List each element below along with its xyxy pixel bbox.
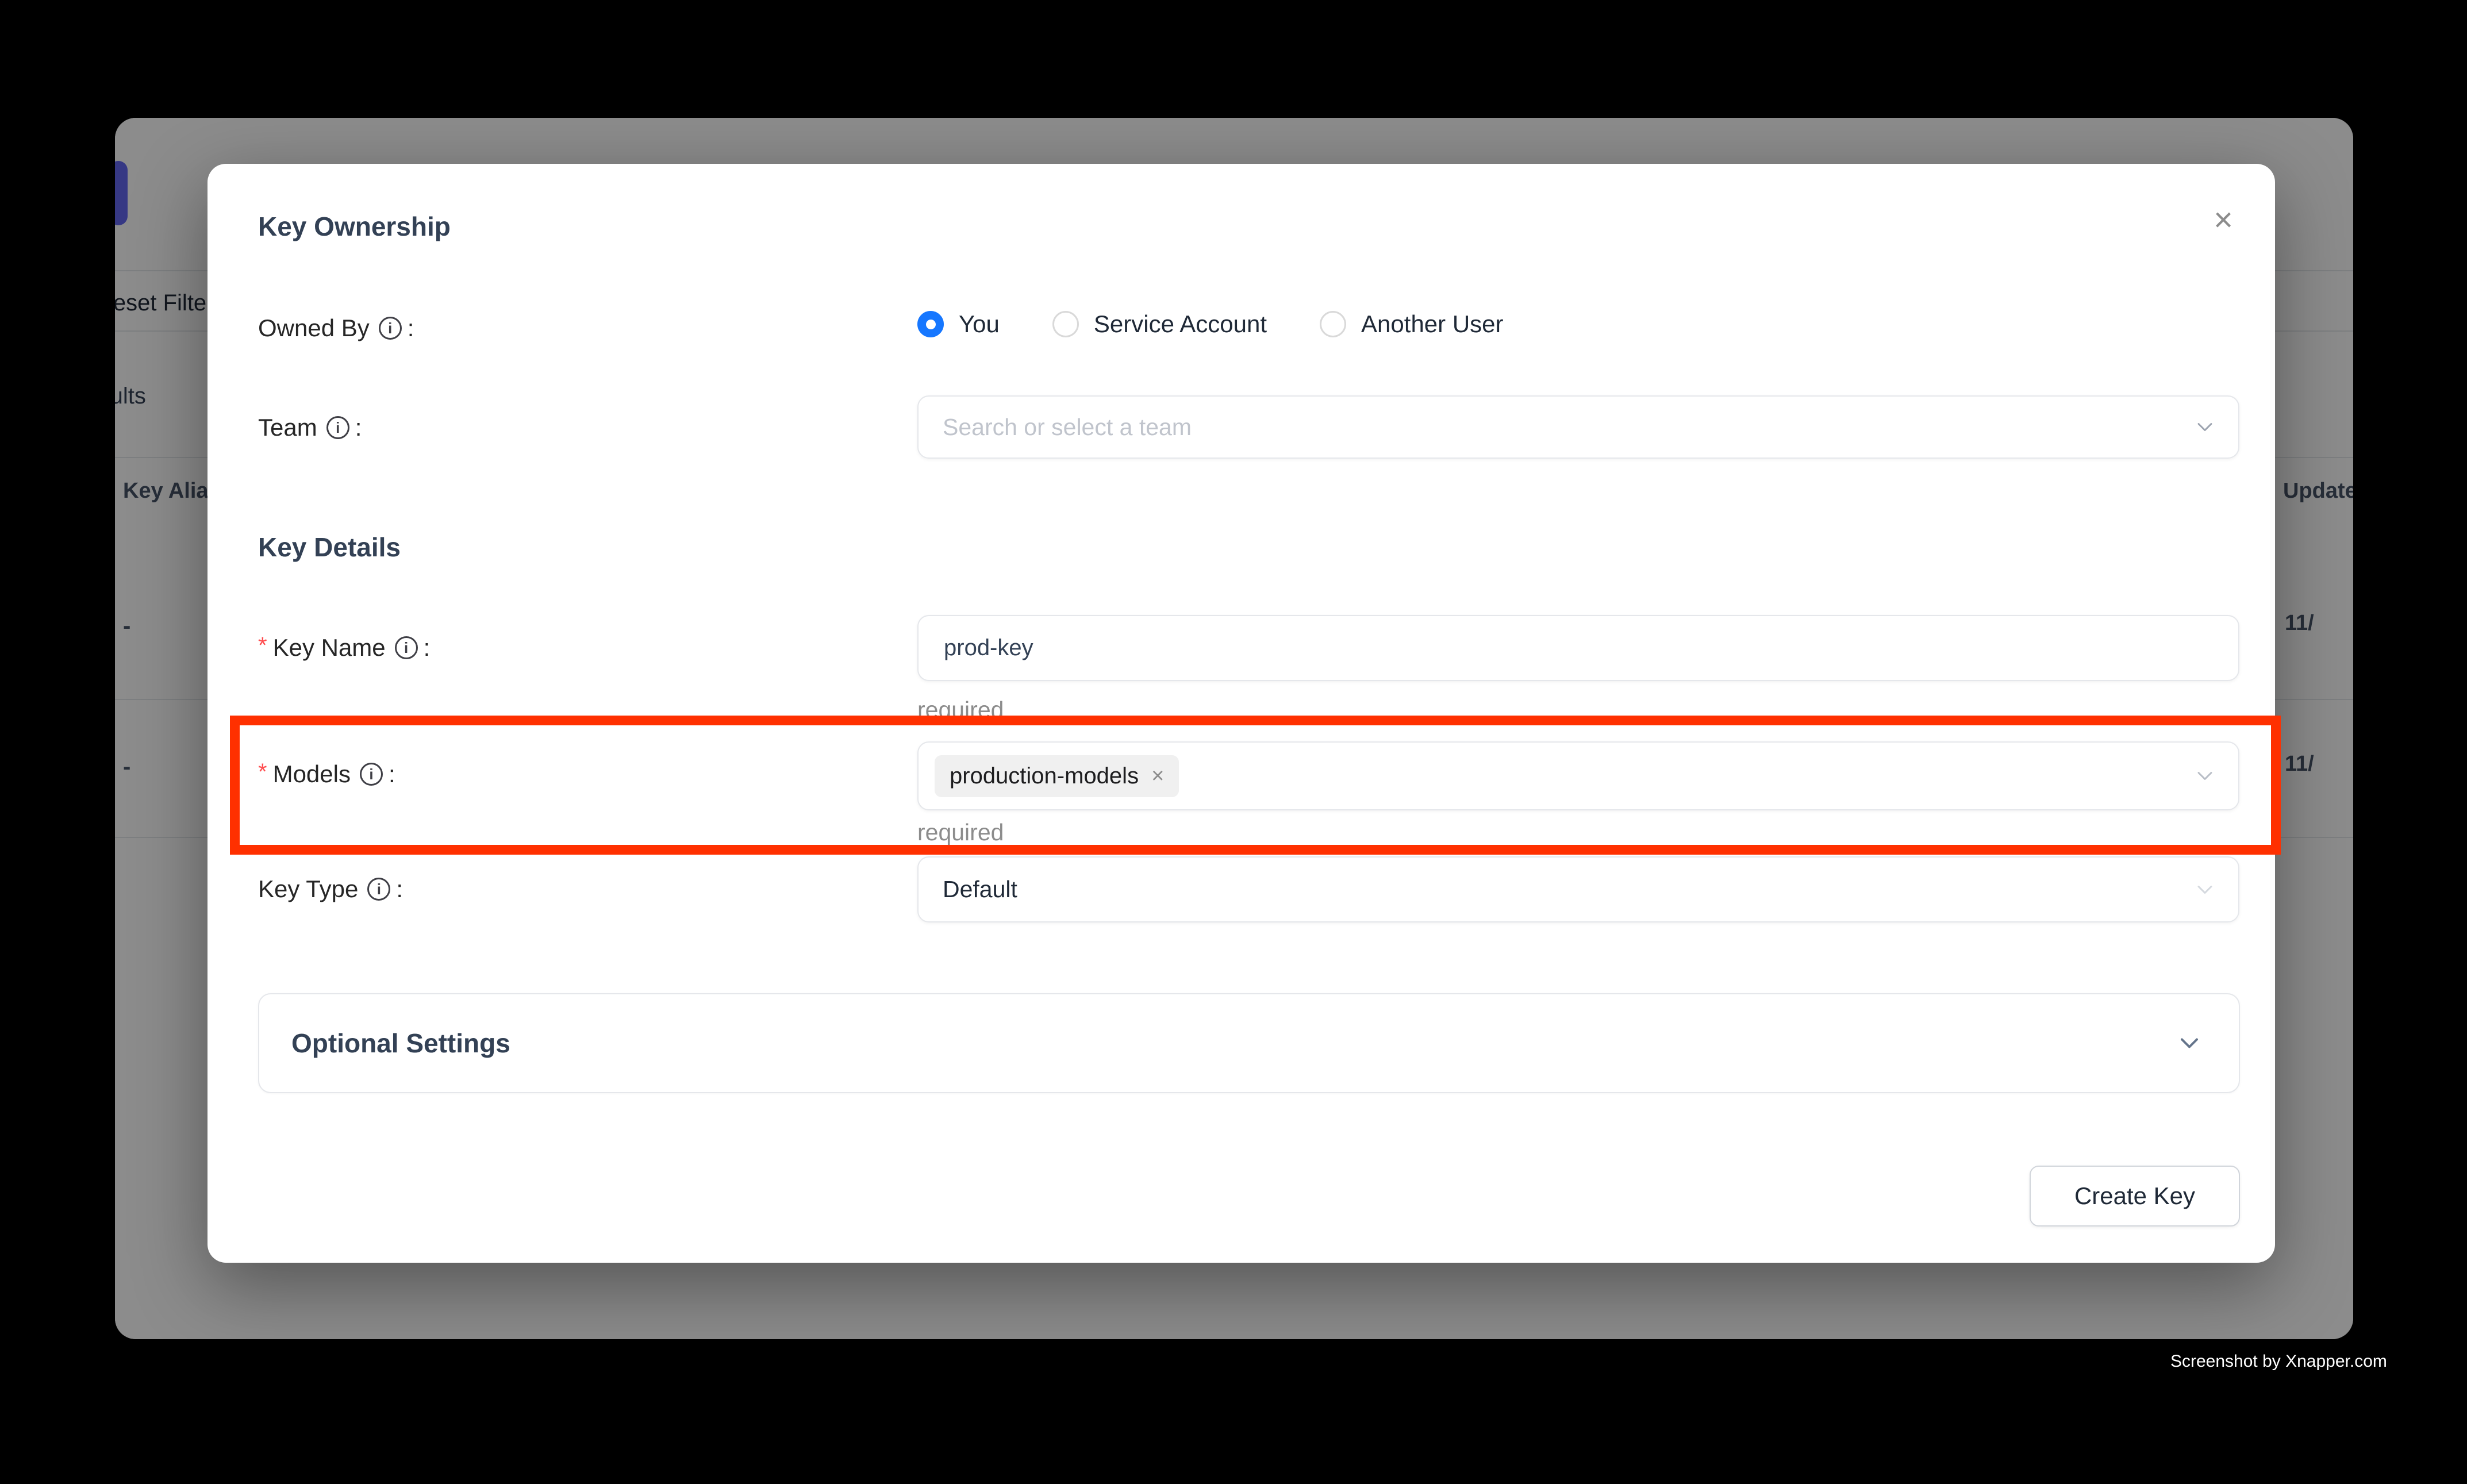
close-icon[interactable]: × [2197,194,2249,245]
radio-you[interactable]: You [917,310,1000,338]
watermark-text: Screenshot by Xnapper.com [2170,1352,2387,1371]
label-colon: : [396,875,403,903]
key-name-label-text: Key Name [273,634,386,662]
radio-selected-icon[interactable] [917,311,944,337]
owned-by-radio-group: You Service Account Another User [917,310,1504,338]
team-label-text: Team [258,414,317,441]
required-asterisk: * [258,633,267,659]
optional-settings-accordion[interactable]: Optional Settings [258,993,2240,1093]
label-colon: : [424,634,431,662]
info-icon[interactable]: i [367,878,390,901]
selected-model-tag-label: production-models [950,763,1139,789]
team-label: Team i : [258,414,362,441]
info-icon[interactable]: i [395,636,418,659]
owned-by-label-text: Owned By [258,314,370,342]
radio-service-account[interactable]: Service Account [1052,310,1267,338]
radio-you-label: You [959,310,1000,338]
models-label: * Models i : [258,760,395,788]
chevron-down-icon [2192,763,2218,789]
key-name-label: * Key Name i : [258,634,430,662]
key-name-input-wrap [917,615,2239,681]
chevron-down-icon[interactable] [2174,1028,2204,1058]
radio-unselected-icon[interactable] [1320,311,1346,337]
create-key-button[interactable]: Create Key [2030,1166,2240,1227]
tag-remove-icon[interactable]: × [1151,765,1164,787]
info-icon[interactable]: i [326,416,349,439]
chevron-down-icon [2192,414,2218,440]
key-type-label: Key Type i : [258,875,403,903]
radio-service-account-label: Service Account [1094,310,1267,338]
info-icon[interactable]: i [379,317,402,340]
key-type-label-text: Key Type [258,875,358,903]
models-required-message: required [917,819,1004,846]
create-key-modal: Key Ownership × Owned By i : You Service… [207,164,2275,1263]
chevron-down-icon [2192,877,2218,902]
radio-another-user-label: Another User [1361,310,1503,338]
required-asterisk: * [258,759,267,785]
models-label-text: Models [273,760,351,788]
key-name-input[interactable] [943,635,2214,662]
key-type-select[interactable]: Default [917,856,2239,922]
optional-settings-title: Optional Settings [291,1028,510,1059]
models-select[interactable]: production-models × [917,741,2239,810]
team-select[interactable] [917,395,2239,459]
label-colon: : [355,414,362,441]
key-name-required-message: required [917,697,1004,724]
owned-by-label: Owned By i : [258,314,414,342]
section-title-key-details: Key Details [258,532,401,563]
label-colon: : [389,760,395,788]
section-title-key-ownership: Key Ownership [258,211,451,242]
selected-model-tag: production-models × [935,755,1179,797]
team-select-input[interactable] [942,413,2215,441]
key-type-selected-value: Default [943,876,1017,903]
label-colon: : [408,314,414,342]
info-icon[interactable]: i [360,763,383,786]
screenshot-stage: Reset Filters results Key Alias Updated … [0,0,2467,1484]
radio-another-user[interactable]: Another User [1320,310,1503,338]
radio-unselected-icon[interactable] [1052,311,1079,337]
